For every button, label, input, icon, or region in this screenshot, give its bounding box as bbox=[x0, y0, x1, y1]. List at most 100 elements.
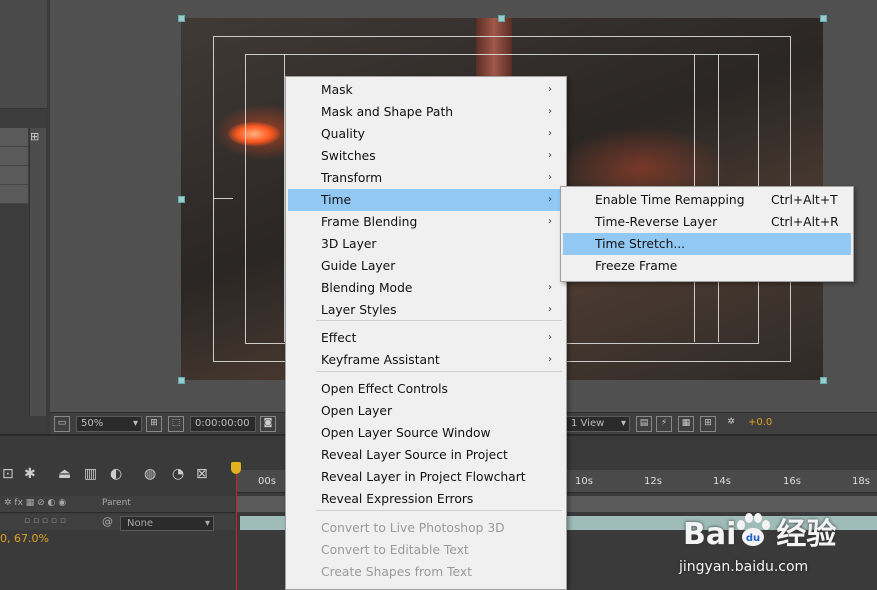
menu-item-frame-blending[interactable]: Frame Blending › bbox=[288, 211, 562, 233]
menu-item-convert-to-editable-text: Convert to Editable Text bbox=[288, 539, 562, 561]
ruler-tick-label: 10s bbox=[575, 476, 593, 487]
flowchart-icon[interactable]: ⊞ bbox=[700, 416, 716, 432]
ruler-tick-label: 12s bbox=[644, 476, 662, 487]
submenu-item-time-stretch[interactable]: Time Stretch... bbox=[563, 233, 851, 255]
toggle-pixel-aspect-icon[interactable]: ▤ bbox=[636, 416, 652, 432]
transform-handle[interactable] bbox=[178, 196, 185, 203]
menu-item-reveal-layer-in-project-flowchart[interactable]: Reveal Layer in Project Flowchart bbox=[288, 466, 562, 488]
menu-item-time[interactable]: Time › bbox=[288, 189, 562, 211]
menu-item-convert-to-live-photoshop-3d: Convert to Live Photoshop 3D bbox=[288, 517, 562, 539]
timecode-value: 0:00:00:00 bbox=[195, 418, 250, 429]
transform-handle[interactable] bbox=[178, 15, 185, 22]
chevron-right-icon: › bbox=[548, 128, 552, 139]
menu-item-layer-styles[interactable]: Layer Styles › bbox=[288, 299, 562, 321]
scale-value[interactable]: 0, 67.0% bbox=[0, 532, 49, 545]
menu-item-transform[interactable]: Transform › bbox=[288, 167, 562, 189]
menu-item-open-layer[interactable]: Open Layer bbox=[288, 400, 562, 422]
submenu-item-freeze-frame[interactable]: Freeze Frame bbox=[563, 255, 851, 277]
project-panel: ⊞ bbox=[0, 0, 47, 432]
menu-item-effect[interactable]: Effect › bbox=[288, 327, 562, 349]
menu-item-label: Open Effect Controls bbox=[321, 382, 448, 396]
project-scrollbar[interactable] bbox=[29, 128, 46, 416]
shy-layers-icon[interactable]: ⏏ bbox=[58, 466, 71, 482]
submenu-item-label: Enable Time Remapping bbox=[595, 193, 745, 207]
zoom-value: 50% bbox=[81, 418, 104, 429]
menu-item-keyframe-assistant[interactable]: Keyframe Assistant › bbox=[288, 349, 562, 371]
menu-item-quality[interactable]: Quality › bbox=[288, 123, 562, 145]
pick-whip-icon[interactable]: @ bbox=[102, 515, 113, 528]
menu-item-mask-and-shape-path[interactable]: Mask and Shape Path › bbox=[288, 101, 562, 123]
region-icon[interactable]: ▭ bbox=[54, 416, 70, 432]
menu-item-label: Open Layer Source Window bbox=[321, 426, 491, 440]
menu-item-label: Layer Styles bbox=[321, 303, 397, 317]
menu-item-open-layer-source-window[interactable]: Open Layer Source Window bbox=[288, 422, 562, 444]
exposure-value[interactable]: +0.0 bbox=[744, 416, 778, 430]
submenu-item-time-reverse-layer[interactable]: Time-Reverse Layer Ctrl+Alt+R bbox=[563, 211, 851, 233]
flowchart-icon[interactable]: ⊞ bbox=[30, 130, 39, 143]
menu-item-create-shapes-from-text: Create Shapes from Text bbox=[288, 561, 562, 583]
parent-select[interactable]: None ▾ bbox=[120, 516, 214, 531]
layer-column-header: ✲ fx ▦ ⊘ ◐ ◉ Parent bbox=[0, 496, 235, 513]
timeline-icon[interactable]: ▦ bbox=[678, 416, 694, 432]
motion-blur-icon[interactable]: ◐ bbox=[110, 466, 122, 482]
camera-icon[interactable]: ◙ bbox=[260, 416, 276, 432]
fast-preview-icon[interactable]: ⚡ bbox=[656, 416, 672, 432]
frame-blending-icon[interactable]: ▥ bbox=[84, 466, 97, 482]
menu-item-open-effect-controls[interactable]: Open Effect Controls bbox=[288, 378, 562, 400]
menu-item-label: Transform bbox=[321, 171, 383, 185]
zoom-select[interactable]: 50% ▾ bbox=[76, 416, 142, 432]
menu-item-label: Blending Mode bbox=[321, 281, 413, 295]
project-row[interactable] bbox=[0, 128, 28, 147]
project-row[interactable] bbox=[0, 185, 28, 204]
submenu-item-label: Time Stretch... bbox=[595, 237, 686, 251]
menu-item-label: Effect bbox=[321, 331, 357, 345]
draft-3d-icon[interactable]: ✱ bbox=[24, 466, 36, 482]
baidu-paw-icon: du bbox=[737, 513, 770, 546]
menu-item-reveal-layer-source-in-project[interactable]: Reveal Layer Source in Project bbox=[288, 444, 562, 466]
chevron-right-icon: › bbox=[548, 282, 552, 293]
transform-handle[interactable] bbox=[820, 377, 827, 384]
menu-item-switches[interactable]: Switches › bbox=[288, 145, 562, 167]
chevron-right-icon: › bbox=[548, 150, 552, 161]
shortcut-label: Ctrl+Alt+R bbox=[771, 215, 839, 229]
chevron-down-icon: ▾ bbox=[204, 518, 210, 529]
ruler-tick-label: 16s bbox=[783, 476, 801, 487]
menu-item-label: Time bbox=[321, 193, 352, 207]
graph-editor-icon[interactable]: ⊠ bbox=[196, 466, 208, 482]
menu-item-mask[interactable]: Mask › bbox=[288, 79, 562, 101]
project-row[interactable] bbox=[0, 166, 28, 185]
menu-item-label: Reveal Expression Errors bbox=[321, 492, 474, 506]
transform-handle[interactable] bbox=[820, 15, 827, 22]
watermark-logo-suffix: 经验 bbox=[776, 517, 837, 552]
grid-icon[interactable]: ⊞ bbox=[146, 416, 162, 432]
menu-item-reveal-expression-errors[interactable]: Reveal Expression Errors bbox=[288, 488, 562, 510]
parent-column-header: Parent bbox=[102, 498, 131, 508]
transform-handle[interactable] bbox=[178, 377, 185, 384]
brainstorm-icon[interactable]: ◍ bbox=[144, 466, 156, 482]
menu-item-3d-layer[interactable]: 3D Layer bbox=[288, 233, 562, 255]
menu-item-blending-mode[interactable]: Blending Mode › bbox=[288, 277, 562, 299]
menu-separator bbox=[316, 320, 562, 321]
project-row[interactable] bbox=[0, 147, 28, 166]
layer-switches[interactable]: ▫ ▫ ▫ ▫ ▫ bbox=[24, 516, 104, 528]
mask-visibility-icon[interactable]: ⬚ bbox=[168, 416, 184, 432]
exposure-icon[interactable]: ✲ bbox=[724, 416, 738, 430]
timecode-field[interactable]: 0:00:00:00 bbox=[190, 416, 256, 432]
view-layout-select[interactable]: 1 View ▾ bbox=[566, 416, 630, 432]
comp-mini-flowchart-icon[interactable]: ⊡ bbox=[2, 466, 14, 482]
current-time-indicator-line bbox=[236, 464, 237, 590]
menu-item-label: Create Shapes from Text bbox=[321, 565, 472, 579]
menu-item-label: Mask and Shape Path bbox=[321, 105, 454, 119]
submenu-item-enable-time-remapping[interactable]: Enable Time Remapping Ctrl+Alt+T bbox=[563, 189, 851, 211]
chevron-right-icon: › bbox=[548, 172, 552, 183]
menu-item-label: Open Layer bbox=[321, 404, 393, 418]
menu-item-label: Convert to Editable Text bbox=[321, 543, 469, 557]
timer-icon[interactable]: ◔ bbox=[172, 466, 184, 482]
transform-handle[interactable] bbox=[498, 15, 505, 22]
menu-item-label: 3D Layer bbox=[321, 237, 377, 251]
chevron-right-icon: › bbox=[548, 216, 552, 227]
shortcut-label: Ctrl+Alt+T bbox=[771, 193, 838, 207]
menu-item-guide-layer[interactable]: Guide Layer bbox=[288, 255, 562, 277]
current-time-indicator[interactable] bbox=[231, 462, 241, 474]
menu-item-label: Keyframe Assistant bbox=[321, 353, 440, 367]
